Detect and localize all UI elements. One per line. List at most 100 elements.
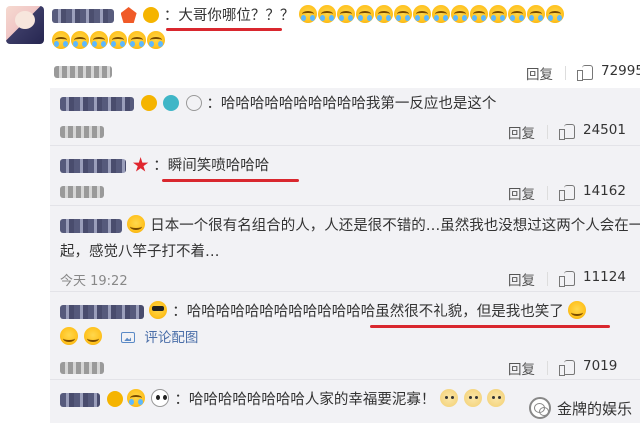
crying-emoji-icon <box>147 31 165 49</box>
username-blurred[interactable] <box>60 159 126 173</box>
timestamp-blurred <box>60 186 104 198</box>
watermark: 金牌的娱乐 <box>528 397 632 419</box>
username-blurred[interactable] <box>52 9 114 23</box>
divider <box>547 186 548 200</box>
laughing-emoji-icon <box>84 327 103 345</box>
reply-text-line: 起，感觉八竿子打不着… <box>60 240 220 264</box>
timestamp-blurred <box>54 66 112 78</box>
like-count: 7019 <box>583 358 618 374</box>
crying-emoji-icon <box>71 31 89 49</box>
timestamp: 今天 19:22 <box>60 274 128 289</box>
laughing-emoji-icon <box>60 327 78 345</box>
bear-emoji-icon <box>440 389 459 407</box>
username-blurred[interactable] <box>60 305 144 319</box>
reply-text-line2: 起，感觉八竿子打不着… <box>60 244 220 260</box>
crying-emoji-icon <box>412 5 431 23</box>
reply-text-line: ：哈哈哈哈哈哈哈哈人家的幸福要泥寡！ <box>60 388 506 412</box>
crying-emoji-icon <box>507 5 526 23</box>
reply-button[interactable]: 回复 <box>508 183 535 203</box>
main-comment-text: 大哥你哪位？？？ <box>178 8 295 24</box>
laughing-emoji-icon <box>568 301 587 319</box>
like-count: 24501 <box>583 122 626 138</box>
reply-text: ：哈哈哈哈哈哈哈哈人家的幸福要泥寡！ <box>174 392 436 408</box>
thumbs-up-icon <box>577 64 593 81</box>
reply-button[interactable]: 回复 <box>526 63 553 83</box>
bear-emoji-icon <box>487 389 506 407</box>
crying-emoji-group <box>298 4 565 28</box>
highlight-underline <box>166 28 282 31</box>
like-button[interactable]: 7019 <box>559 358 618 376</box>
thumbs-up-icon <box>559 184 575 201</box>
main-comment-text-line1: ：大哥你哪位？？？ <box>52 4 565 28</box>
level-badge-icon <box>185 95 202 111</box>
crying-emoji-icon <box>336 5 355 23</box>
reply-text-line: ：瞬间笑喷哈哈哈 <box>60 154 269 178</box>
reply-item: 日本一个很有名组合的人，人还是很不错的…虽然我也没想过这两个人会在一 起，感觉八… <box>50 206 640 292</box>
crying-emoji-icon <box>127 389 146 407</box>
crying-emoji-group <box>52 30 166 54</box>
crying-emoji-icon <box>52 31 70 49</box>
crying-emoji-icon <box>317 5 336 23</box>
crying-emoji-icon <box>90 31 108 49</box>
like-count: 14162 <box>583 183 626 199</box>
reply-button[interactable]: 回复 <box>508 122 535 142</box>
reply-button[interactable]: 回复 <box>508 269 535 289</box>
like-button[interactable]: 72995 <box>577 63 640 81</box>
vip-badge-icon <box>143 7 160 23</box>
highlight-underline <box>162 179 299 182</box>
crying-emoji-icon <box>374 5 393 23</box>
reply-text: ：哈哈哈哈哈哈哈哈哈哈哈哈哈虽然很不礼貌，但是我也笑了 <box>172 304 564 320</box>
like-button[interactable]: 14162 <box>559 183 626 201</box>
reply-text-line: ：哈哈哈哈哈哈哈哈哈哈哈哈哈虽然很不礼貌，但是我也笑了 <box>60 300 587 324</box>
avatar[interactable] <box>6 6 44 44</box>
username-blurred[interactable] <box>60 97 134 111</box>
reply-text: ：哈哈哈哈哈哈哈哈哈哈我第一反应也是这个 <box>206 96 497 112</box>
thumbs-up-icon <box>559 123 575 140</box>
main-comment-text-line2 <box>52 30 166 54</box>
crying-emoji-icon <box>545 5 564 23</box>
crying-emoji-icon <box>109 31 127 49</box>
reply-item: ：瞬间笑喷哈哈哈 回复 14162 <box>50 146 640 206</box>
reply-text-line: ：哈哈哈哈哈哈哈哈哈哈我第一反应也是这个 <box>60 92 496 116</box>
bear-emoji-icon <box>463 389 482 407</box>
replies-panel: ：哈哈哈哈哈哈哈哈哈哈我第一反应也是这个 回复 24501 ：瞬间笑喷哈哈哈 回… <box>50 88 640 423</box>
vip-badge-icon <box>140 95 157 111</box>
crying-emoji-icon <box>128 31 146 49</box>
timestamp-blurred <box>60 362 104 374</box>
like-count: 72995 <box>601 63 640 79</box>
image-icon <box>121 332 136 343</box>
divider <box>547 125 548 139</box>
divider <box>565 66 566 80</box>
crying-emoji-icon <box>393 5 412 23</box>
reply-button[interactable]: 回复 <box>508 358 535 378</box>
main-comment: ：大哥你哪位？？？ 回复 72995 <box>0 0 640 88</box>
like-button[interactable]: 24501 <box>559 122 626 140</box>
reply-attachments: 评论配图 <box>60 326 198 346</box>
like-button[interactable]: 11124 <box>559 269 626 287</box>
crying-emoji-icon <box>431 5 450 23</box>
crying-emoji-icon <box>298 5 317 23</box>
username-blurred[interactable] <box>60 393 100 407</box>
crying-emoji-icon <box>526 5 545 23</box>
thumbs-up-icon <box>559 359 575 376</box>
reply-item: ：哈哈哈哈哈哈哈哈哈哈哈哈哈虽然很不礼貌，但是我也笑了 评论配图 回复 7019 <box>50 292 640 380</box>
vip-badge-icon <box>106 391 123 407</box>
laughing-emoji-icon <box>126 215 145 233</box>
thumbs-up-icon <box>559 270 575 287</box>
sunglasses-emoji-icon <box>148 301 167 319</box>
camera-badge-icon <box>163 95 180 111</box>
crying-emoji-icon <box>355 5 374 23</box>
timestamp-blurred <box>60 126 104 138</box>
like-count: 11124 <box>583 269 626 285</box>
username-blurred[interactable] <box>60 219 122 233</box>
reply-text: 瞬间笑喷哈哈哈 <box>167 158 270 174</box>
wechat-logo-icon <box>528 397 551 419</box>
reply-item: ：哈哈哈哈哈哈哈哈哈哈我第一反应也是这个 回复 24501 <box>50 88 640 146</box>
divider <box>547 272 548 286</box>
comment-picture-link[interactable]: 评论配图 <box>144 330 198 346</box>
watermark-text: 金牌的娱乐 <box>556 399 632 418</box>
member-badge-icon <box>120 7 137 23</box>
crying-emoji-icon <box>450 5 469 23</box>
panda-emoji-icon <box>150 389 169 407</box>
reply-text-line: 日本一个很有名组合的人，人还是很不错的…虽然我也没想过这两个人会在一 <box>60 214 640 238</box>
